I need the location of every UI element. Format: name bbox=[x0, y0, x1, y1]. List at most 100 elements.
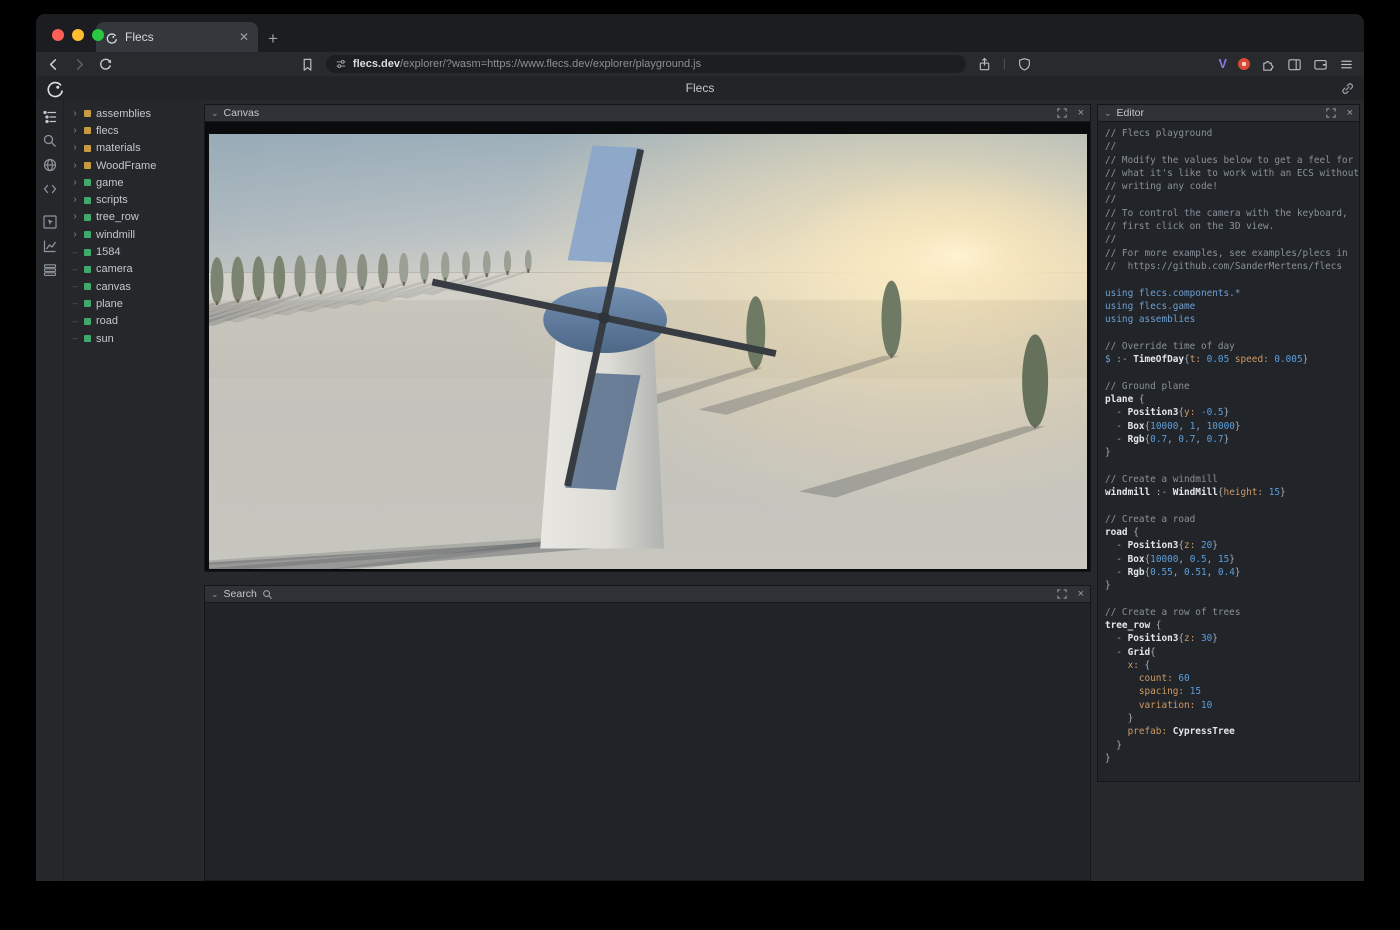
cypress-tree bbox=[462, 251, 470, 278]
code-line: // writing any code! bbox=[1105, 180, 1359, 193]
tree-item-windmill[interactable]: › windmill bbox=[64, 226, 201, 243]
expand-chevron-icon[interactable]: › bbox=[71, 161, 79, 171]
minimize-window-button[interactable] bbox=[72, 29, 84, 41]
close-panel-icon[interactable]: × bbox=[1078, 108, 1084, 119]
code-line: // Ground plane bbox=[1105, 380, 1359, 393]
code-line: // Create a row of trees bbox=[1105, 606, 1359, 619]
code-line: // what it's like to work with an ECS wi… bbox=[1105, 167, 1359, 180]
inspect-icon[interactable] bbox=[42, 214, 58, 230]
collapse-chevron-icon[interactable]: ⌄ bbox=[1104, 109, 1112, 118]
tab-favicon bbox=[105, 31, 118, 44]
cypress-tree bbox=[231, 257, 244, 302]
tree-item-flecs[interactable]: ›flecs bbox=[64, 122, 201, 139]
expand-chevron-icon[interactable]: › bbox=[71, 178, 79, 188]
tree-item-road[interactable]: –road bbox=[64, 313, 201, 330]
tree-item-tree_row[interactable]: ›tree_row bbox=[64, 209, 201, 226]
tree-item-plane[interactable]: –plane bbox=[64, 295, 201, 312]
world-icon[interactable] bbox=[42, 157, 58, 173]
collapse-chevron-icon[interactable]: ⌄ bbox=[211, 109, 219, 118]
bookmark-icon[interactable] bbox=[300, 57, 315, 72]
code-line: // bbox=[1105, 233, 1359, 246]
code-line: } bbox=[1105, 712, 1359, 725]
tree-item-camera[interactable]: –camera bbox=[64, 261, 201, 278]
expand-chevron-icon[interactable]: › bbox=[71, 212, 79, 222]
tree-item-label: canvas bbox=[96, 281, 131, 293]
extension-v-icon[interactable]: V bbox=[1219, 57, 1227, 71]
expand-chevron-icon[interactable]: › bbox=[71, 143, 79, 153]
tree-item-sun[interactable]: –sun bbox=[64, 330, 201, 347]
tree-item-canvas[interactable]: –canvas bbox=[64, 278, 201, 295]
maximize-window-button[interactable] bbox=[92, 29, 104, 41]
code-line: - Position3{y: -0.5} bbox=[1105, 406, 1359, 419]
search-panel-header[interactable]: ⌄ Search × bbox=[205, 586, 1090, 603]
tree-item-game[interactable]: › game bbox=[64, 174, 201, 191]
editor-code[interactable]: // Flecs playground//// Modify the value… bbox=[1098, 122, 1359, 781]
code-line: // Create a windmill bbox=[1105, 473, 1359, 486]
fullscreen-icon[interactable] bbox=[1057, 108, 1067, 118]
fullscreen-icon[interactable] bbox=[1326, 108, 1336, 118]
close-window-button[interactable] bbox=[52, 29, 64, 41]
browser-tab[interactable]: Flecs ✕ bbox=[96, 22, 258, 52]
expand-chevron-icon[interactable]: › bbox=[71, 195, 79, 205]
tree-item-scripts[interactable]: ›scripts bbox=[64, 191, 201, 208]
expand-chevron-icon[interactable]: › bbox=[71, 109, 79, 119]
tree-item-assemblies[interactable]: ›assemblies bbox=[64, 105, 201, 122]
entity-square-icon bbox=[84, 179, 91, 186]
code-icon[interactable] bbox=[42, 181, 58, 197]
collapse-chevron-icon[interactable]: ⌄ bbox=[211, 590, 219, 599]
close-panel-icon[interactable]: × bbox=[1078, 589, 1084, 600]
code-line: - Position3{z: 20} bbox=[1105, 539, 1359, 552]
tree-item-label: windmill bbox=[96, 229, 135, 241]
cypress-tree bbox=[483, 251, 491, 276]
share-icon[interactable] bbox=[977, 57, 992, 72]
code-line: x: { bbox=[1105, 659, 1359, 672]
url-domain: flecs.dev bbox=[353, 58, 400, 70]
expand-chevron-icon[interactable]: › bbox=[71, 126, 79, 136]
menu-icon[interactable] bbox=[1339, 57, 1354, 72]
wallet-icon[interactable] bbox=[1313, 57, 1328, 72]
module-square-icon bbox=[84, 110, 91, 117]
entity-square-icon bbox=[84, 266, 91, 273]
browser-window: Flecs ✕ + flecs.dev/explorer/?wasm=https… bbox=[36, 14, 1364, 881]
search-icon[interactable] bbox=[42, 133, 58, 149]
extension-red-icon[interactable] bbox=[1238, 58, 1250, 70]
shield-icon[interactable] bbox=[1017, 57, 1032, 72]
entity-square-icon bbox=[84, 318, 91, 325]
forward-icon[interactable] bbox=[72, 57, 87, 72]
cypress-tree bbox=[252, 256, 264, 300]
code-line bbox=[1105, 273, 1359, 286]
code-line: // Override time of day bbox=[1105, 340, 1359, 353]
site-controls-icon[interactable] bbox=[335, 58, 347, 70]
cypress-tree bbox=[378, 253, 388, 287]
code-line bbox=[1105, 326, 1359, 339]
entity-tree-icon[interactable] bbox=[42, 109, 58, 125]
new-tab-button[interactable]: + bbox=[268, 30, 278, 47]
search-results-area[interactable] bbox=[205, 603, 1090, 880]
cypress-tree bbox=[210, 257, 223, 304]
tree-item-materials[interactable]: ›materials bbox=[64, 140, 201, 157]
tree-item-label: game bbox=[96, 177, 124, 189]
close-panel-icon[interactable]: × bbox=[1347, 108, 1353, 119]
expand-chevron-icon[interactable]: › bbox=[71, 230, 79, 240]
cypress-tree bbox=[294, 255, 305, 295]
tables-icon[interactable] bbox=[42, 262, 58, 278]
canvas-3d-scene[interactable] bbox=[209, 134, 1087, 569]
canvas-panel-header[interactable]: ⌄ Canvas × bbox=[205, 105, 1090, 122]
fullscreen-icon[interactable] bbox=[1057, 589, 1067, 599]
tree-item-1584[interactable]: –1584 bbox=[64, 243, 201, 260]
reload-icon[interactable] bbox=[98, 57, 113, 72]
tab-close-icon[interactable]: ✕ bbox=[239, 30, 249, 44]
stats-icon[interactable] bbox=[42, 238, 58, 254]
url-bar[interactable]: flecs.dev/explorer/?wasm=https://www.fle… bbox=[326, 55, 966, 73]
tree-item-WoodFrame[interactable]: › WoodFrame bbox=[64, 157, 201, 174]
extensions-puzzle-icon[interactable] bbox=[1261, 57, 1276, 72]
link-icon[interactable] bbox=[1340, 81, 1355, 96]
code-line: $ :- TimeOfDay{t: 0.05 speed: 0.005} bbox=[1105, 353, 1359, 366]
tree-item-label: WoodFrame bbox=[96, 160, 156, 172]
cypress-tree bbox=[746, 296, 765, 368]
code-line: } bbox=[1105, 752, 1359, 765]
sidebar-toggle-icon[interactable] bbox=[1287, 57, 1302, 72]
back-icon[interactable] bbox=[46, 57, 61, 72]
page-header: Flecs bbox=[36, 76, 1364, 100]
editor-panel-header[interactable]: ⌄ Editor × bbox=[1098, 105, 1359, 122]
